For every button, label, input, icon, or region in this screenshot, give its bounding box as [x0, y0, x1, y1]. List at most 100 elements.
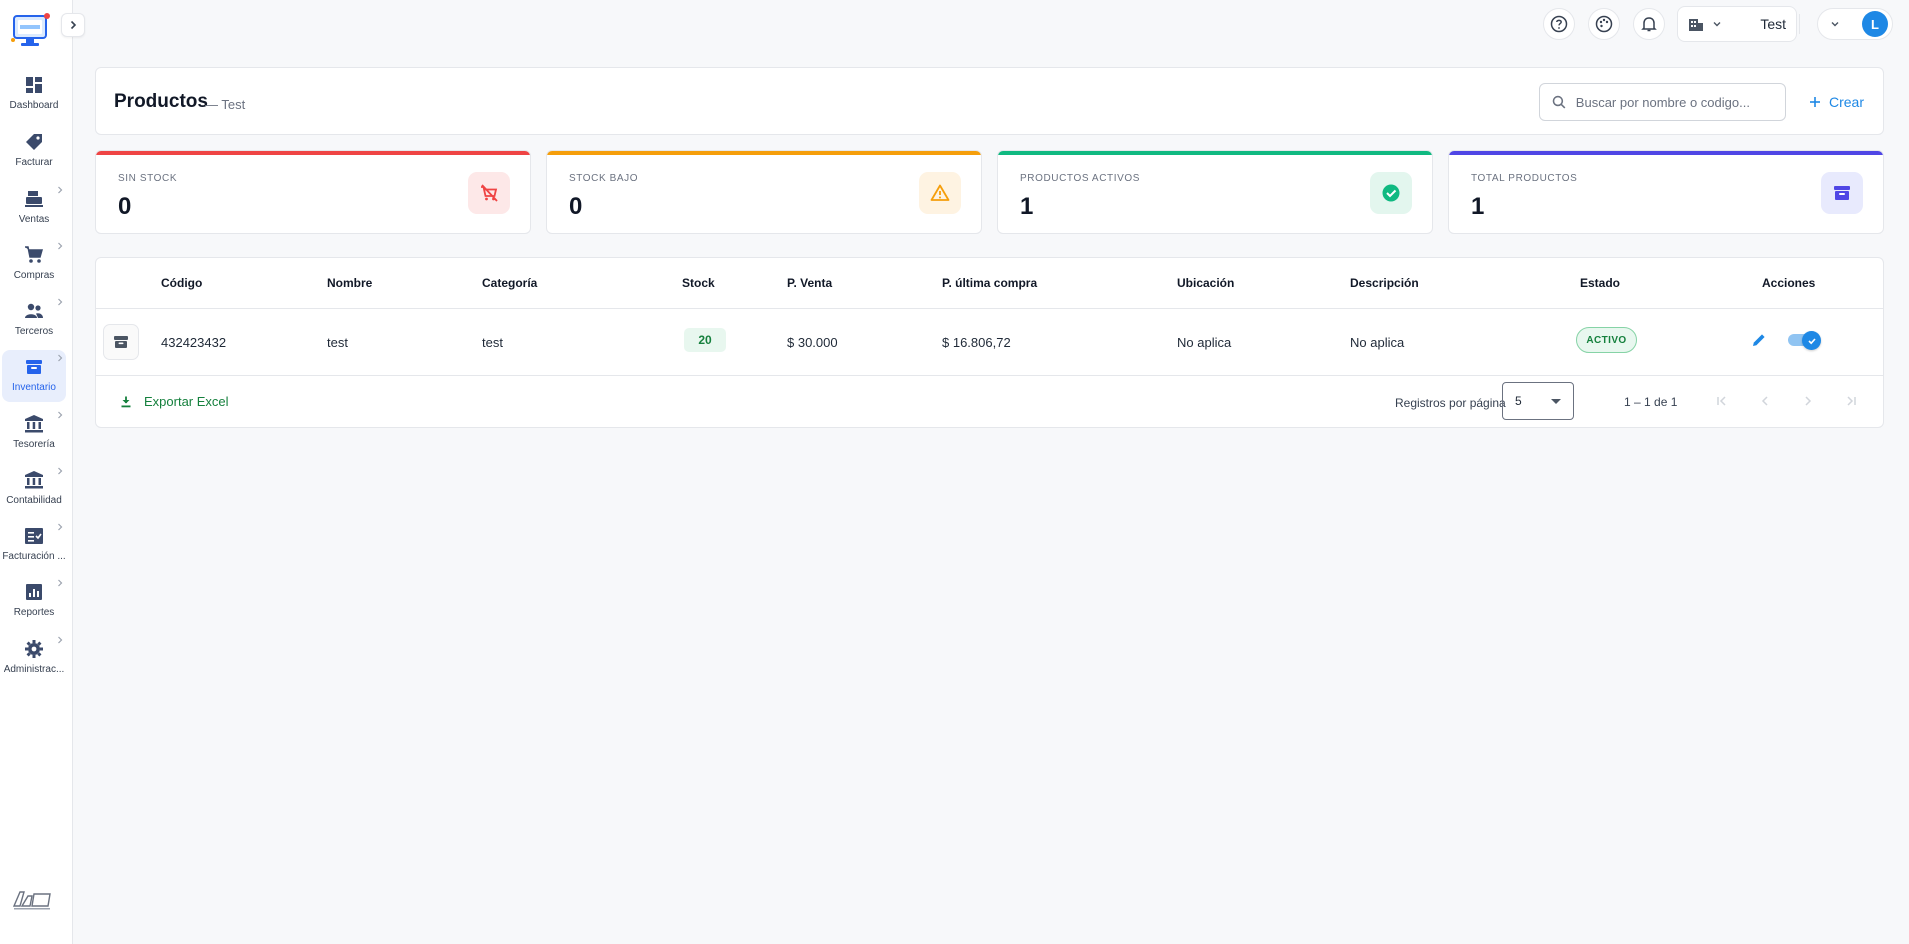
- column-header-estado[interactable]: Estado: [1580, 276, 1620, 290]
- people-icon: [23, 300, 45, 322]
- first-page-icon: [1717, 396, 1726, 406]
- pagination-range: 1 – 1 de 1: [1624, 395, 1678, 409]
- help-button[interactable]: [1543, 8, 1575, 40]
- chevron-right-icon: [58, 186, 63, 194]
- cell-p-ultima-compra: $ 16.806,72: [942, 335, 1011, 350]
- sidebar-item-inventario[interactable]: Inventario: [2, 350, 66, 402]
- sidebar-item-label: Facturación ...: [2, 551, 66, 562]
- column-header-codigo[interactable]: Código: [161, 276, 202, 290]
- bell-icon: [1641, 17, 1657, 32]
- edit-button[interactable]: [1750, 331, 1768, 349]
- column-header-descripcion[interactable]: Descripción: [1350, 276, 1419, 290]
- archive-icon: [23, 356, 45, 378]
- bank-icon: [23, 469, 45, 491]
- sidebar-item-reportes[interactable]: Reportes: [2, 575, 66, 627]
- chevron-right-icon: [58, 411, 63, 419]
- column-header-ubicacion[interactable]: Ubicación: [1177, 276, 1234, 290]
- download-icon: [121, 396, 131, 407]
- check-circle-icon: [1370, 172, 1412, 214]
- chevron-down-icon: [1831, 22, 1839, 27]
- sidebar-item-label: Administrac...: [3, 664, 65, 675]
- bar-chart-icon: [23, 581, 45, 603]
- avatar: L: [1862, 11, 1888, 37]
- sidebar-item-label: Ventas: [18, 214, 50, 225]
- checklist-icon: [23, 525, 45, 547]
- export-excel-button[interactable]: Exportar Excel: [120, 394, 229, 409]
- stat-card-sin-stock: SIN STOCK 0: [95, 150, 531, 234]
- sidebar-item-tesoreria[interactable]: Tesorería: [2, 407, 66, 459]
- chevron-right-icon: [58, 354, 63, 362]
- toggle-knob: [1802, 331, 1821, 350]
- sidebar-item-label: Facturar: [15, 157, 53, 168]
- stat-label: STOCK BAJO: [569, 173, 639, 184]
- sidebar-item-facturar[interactable]: Facturar: [2, 125, 66, 177]
- status-badge: ACTIVO: [1576, 327, 1637, 353]
- column-header-acciones: Acciones: [1762, 276, 1816, 290]
- create-button[interactable]: Crear: [1803, 88, 1870, 116]
- sidebar-item-label: Contabilidad: [6, 495, 62, 506]
- stat-value: 1: [1471, 193, 1485, 220]
- cell-p-venta: $ 30.000: [787, 335, 838, 350]
- column-header-nombre[interactable]: Nombre: [327, 276, 372, 290]
- rows-per-page-label: Registros por página: [1395, 396, 1506, 410]
- gear-icon: [23, 638, 45, 660]
- stat-card-accent-bar: [96, 151, 530, 155]
- sidebar-item-label: Reportes: [13, 607, 55, 618]
- export-excel-label: Exportar Excel: [144, 394, 229, 409]
- no-cart-icon: [468, 172, 510, 214]
- sidebar-item-compras[interactable]: Compras: [2, 238, 66, 290]
- notifications-button[interactable]: [1633, 8, 1665, 40]
- theme-button[interactable]: [1588, 8, 1620, 40]
- caret-down-icon: [1551, 398, 1561, 404]
- palette-icon: [1595, 15, 1613, 33]
- last-page-button[interactable]: [1839, 389, 1863, 413]
- column-header-stock[interactable]: Stock: [682, 276, 715, 290]
- page-header: Productos — Test Crear: [95, 67, 1884, 135]
- archive-icon: [114, 336, 128, 348]
- sidebar-item-administracion[interactable]: Administrac...: [2, 632, 66, 684]
- column-header-categoria[interactable]: Categoría: [482, 276, 537, 290]
- user-menu[interactable]: L: [1817, 8, 1893, 40]
- page-title: Productos: [114, 91, 208, 112]
- previous-page-button[interactable]: [1753, 389, 1777, 413]
- topbar-divider: [1799, 14, 1800, 34]
- stock-badge: 20: [684, 328, 726, 352]
- stat-label: PRODUCTOS ACTIVOS: [1020, 173, 1141, 184]
- column-header-p-venta[interactable]: P. Venta: [787, 276, 832, 290]
- sidebar-item-terceros[interactable]: Terceros: [2, 294, 66, 346]
- column-header-p-ultima-compra[interactable]: P. última compra: [942, 276, 1037, 290]
- tag-icon: [23, 131, 45, 153]
- chevron-right-icon: [58, 298, 63, 306]
- check-icon: [1807, 337, 1816, 344]
- stat-label: SIN STOCK: [118, 173, 178, 184]
- stat-card-accent-bar: [998, 151, 1432, 155]
- app-logo[interactable]: [10, 10, 52, 50]
- stat-card-total-productos: TOTAL PRODUCTOS 1: [1448, 150, 1884, 234]
- active-toggle[interactable]: [1788, 331, 1822, 350]
- cell-ubicacion: No aplica: [1177, 335, 1232, 350]
- sidebar-item-ventas[interactable]: Ventas: [2, 182, 66, 234]
- cart-icon: [23, 244, 45, 266]
- cash-register-icon: [23, 188, 45, 210]
- sidebar-item-dashboard[interactable]: Dashboard: [2, 68, 66, 120]
- sidebar-toggle-button[interactable]: [61, 13, 85, 37]
- first-page-button[interactable]: [1710, 389, 1734, 413]
- sidebar-item-contabilidad[interactable]: Contabilidad: [2, 463, 66, 515]
- sidebar-item-facturacion[interactable]: Facturación ...: [2, 519, 66, 571]
- dashboard-icon: [23, 74, 45, 96]
- chevron-right-icon: [58, 523, 63, 531]
- rows-per-page-select[interactable]: 5: [1502, 382, 1574, 420]
- stat-card-productos-activos: PRODUCTOS ACTIVOS 1: [997, 150, 1433, 234]
- stat-label: TOTAL PRODUCTOS: [1471, 173, 1578, 184]
- bank-icon: [23, 413, 45, 435]
- create-button-label: Crear: [1829, 94, 1865, 110]
- search-input[interactable]: [1575, 94, 1773, 110]
- next-page-button[interactable]: [1796, 389, 1820, 413]
- chevron-right-icon: [58, 579, 63, 587]
- table-header-divider: [96, 308, 1883, 309]
- rows-per-page-value: 5: [1515, 394, 1522, 408]
- company-selector[interactable]: Test: [1677, 6, 1797, 42]
- cell-categoria: test: [482, 335, 503, 350]
- help-icon: [1550, 15, 1568, 33]
- product-image-placeholder: [103, 324, 139, 360]
